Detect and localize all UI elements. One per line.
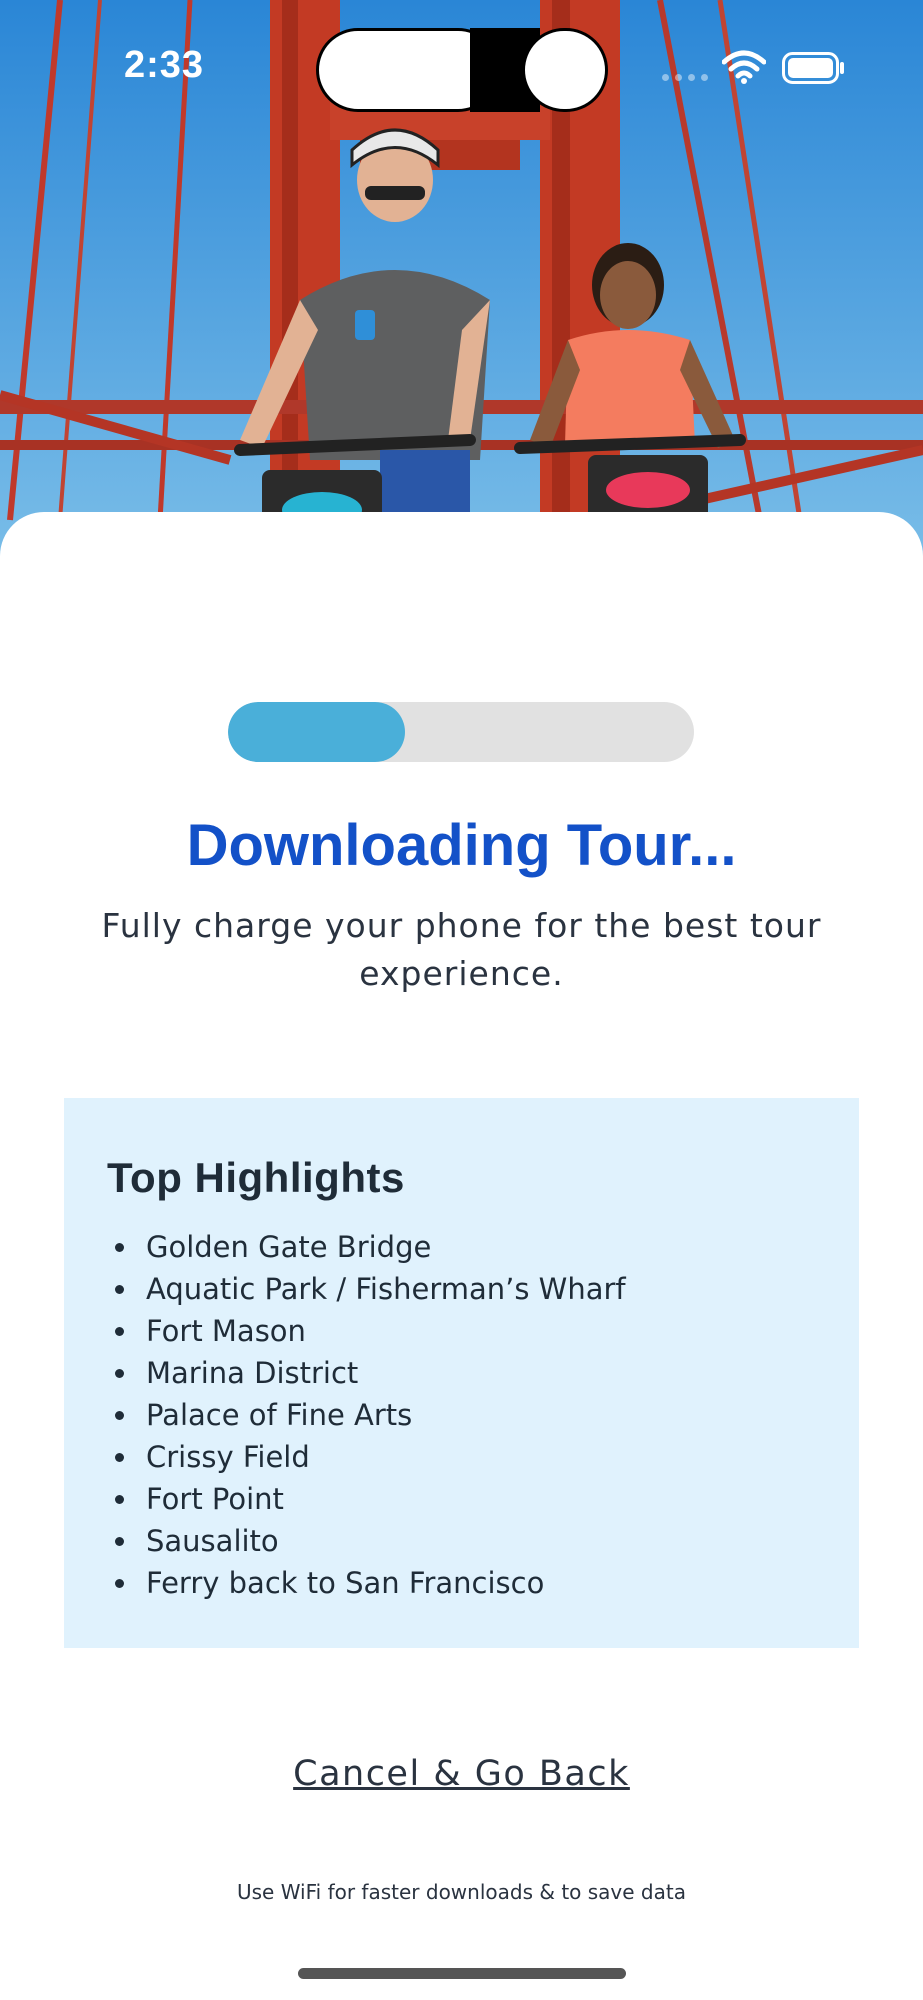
signal-icon xyxy=(662,74,708,81)
wifi-icon xyxy=(722,50,766,84)
cancel-go-back-link[interactable]: Cancel & Go Back xyxy=(0,1754,923,1794)
highlight-item: Palace of Fine Arts xyxy=(107,1394,859,1436)
highlight-item-label: Aquatic Park / Fisherman’s Wharf xyxy=(146,1272,626,1306)
bullet-icon xyxy=(115,1453,124,1462)
battery-icon xyxy=(782,52,844,84)
highlight-item: Ferry back to San Francisco xyxy=(107,1562,859,1604)
highlights-list: Golden Gate Bridge Aquatic Park / Fisherm… xyxy=(107,1226,859,1604)
home-indicator[interactable] xyxy=(298,1968,626,1979)
status-time: 2:33 xyxy=(124,44,205,86)
highlight-item: Fort Point xyxy=(107,1478,859,1520)
highlight-item-label: Golden Gate Bridge xyxy=(146,1230,432,1264)
bullet-icon xyxy=(115,1369,124,1378)
bullet-icon xyxy=(115,1579,124,1588)
download-progress-bar xyxy=(228,702,694,762)
bullet-icon xyxy=(115,1327,124,1336)
highlight-item-label: Sausalito xyxy=(146,1524,279,1558)
highlight-item-label: Marina District xyxy=(146,1356,359,1390)
bullet-icon xyxy=(115,1537,124,1546)
bullet-icon xyxy=(115,1243,124,1252)
wifi-note: Use WiFi for faster downloads & to save … xyxy=(237,1880,686,1904)
highlight-item: Crissy Field xyxy=(107,1436,859,1478)
highlight-item-label: Palace of Fine Arts xyxy=(146,1398,413,1432)
highlight-item-label: Crissy Field xyxy=(146,1440,310,1474)
highlight-item-label: Fort Point xyxy=(146,1482,284,1516)
dynamic-island-right xyxy=(522,28,608,112)
highlights-heading: Top Highlights xyxy=(107,1154,405,1201)
highlight-item-label: Ferry back to San Francisco xyxy=(146,1566,545,1600)
highlight-item: Aquatic Park / Fisherman’s Wharf xyxy=(107,1268,859,1310)
highlight-item: Golden Gate Bridge xyxy=(107,1226,859,1268)
bullet-icon xyxy=(115,1285,124,1294)
bullet-icon xyxy=(115,1411,124,1420)
page-title: Downloading Tour... xyxy=(186,813,737,878)
download-progress-fill xyxy=(228,702,406,762)
highlight-item: Marina District xyxy=(107,1352,859,1394)
page-subtitle: Fully charge your phone for the best tou… xyxy=(101,906,822,993)
status-bar: 2:33 xyxy=(0,0,923,140)
highlight-item: Fort Mason xyxy=(107,1310,859,1352)
highlights-card: Top Highlights Golden Gate Bridge Aquatic… xyxy=(64,1098,859,1648)
highlight-item: Sausalito xyxy=(107,1520,859,1562)
bullet-icon xyxy=(115,1495,124,1504)
highlight-item-label: Fort Mason xyxy=(146,1314,306,1348)
